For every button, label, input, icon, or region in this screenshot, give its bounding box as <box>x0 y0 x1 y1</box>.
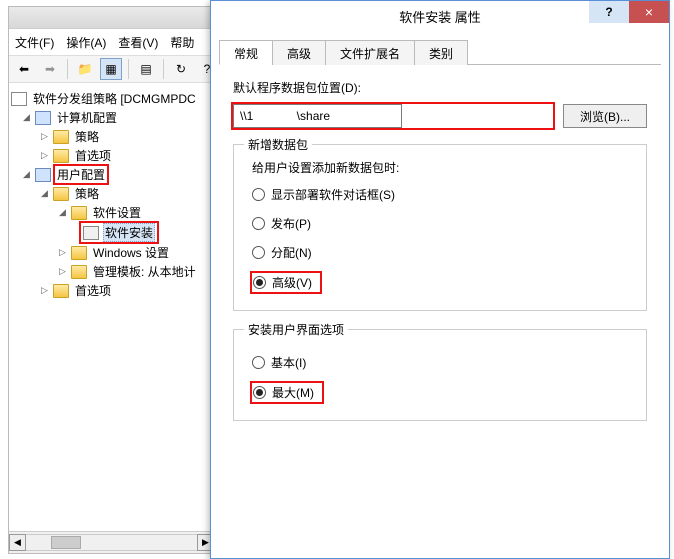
menu-view[interactable]: 查看(V) <box>118 34 158 51</box>
expander-icon[interactable]: ▷ <box>39 131 50 142</box>
folder-icon <box>53 187 69 201</box>
radio-label: 发布(P) <box>271 215 311 232</box>
dialog-tabs: 常规 高级 文件扩展名 类别 <box>219 39 661 65</box>
radio-icon <box>252 188 265 201</box>
radio-label: 分配(N) <box>271 244 312 261</box>
toolbar-properties-button[interactable]: ▤ <box>135 58 157 80</box>
computer-icon <box>35 111 51 125</box>
tree-policy[interactable]: 策略 <box>73 185 101 202</box>
folder-icon <box>53 130 69 144</box>
scroll-thumb[interactable] <box>51 536 81 549</box>
default-path-input-highlight <box>233 104 553 128</box>
radio-label: 显示部署软件对话框(S) <box>271 186 395 203</box>
radio-label: 最大(M) <box>272 384 314 401</box>
scroll-track[interactable] <box>26 534 197 551</box>
toolbar-forward-button[interactable]: ➡ <box>39 58 61 80</box>
folder-icon <box>71 265 87 279</box>
menu-file[interactable]: 文件(F) <box>15 34 54 51</box>
radio-icon <box>252 246 265 259</box>
software-install-properties-dialog: 软件安装 属性 ? × 常规 高级 文件扩展名 类别 默认程序数据包位置(D):… <box>210 0 670 559</box>
expander-icon[interactable]: ▷ <box>57 247 68 258</box>
expander-icon[interactable]: ◢ <box>21 112 32 123</box>
group-new-title: 新增数据包 <box>244 136 312 153</box>
toolbar-up-button[interactable]: 📁 <box>74 58 96 80</box>
tree-software-settings[interactable]: 软件设置 <box>91 204 143 221</box>
tree-windows-settings[interactable]: Windows 设置 <box>91 244 171 261</box>
radio-assign[interactable]: 分配(N) <box>252 244 628 261</box>
tree-software-install[interactable]: 软件安装 <box>103 223 155 242</box>
scroll-left-button[interactable]: ◀ <box>9 534 26 551</box>
tab-file-ext[interactable]: 文件扩展名 <box>325 40 415 65</box>
expander-icon[interactable]: ▷ <box>39 150 50 161</box>
toolbar-back-button[interactable]: ⬅ <box>13 58 35 80</box>
tree-computer-config[interactable]: 计算机配置 <box>55 109 119 126</box>
group-new-package: 新增数据包 给用户设置添加新数据包时: 显示部署软件对话框(S) 发布(P) 分… <box>233 144 647 311</box>
tab-general[interactable]: 常规 <box>219 40 273 65</box>
folder-icon <box>71 206 87 220</box>
default-path-label: 默认程序数据包位置(D): <box>233 79 647 96</box>
expander-icon[interactable]: ▷ <box>39 285 50 296</box>
arrow-left-icon: ⬅ <box>19 62 29 76</box>
expander-icon[interactable]: ▷ <box>57 266 68 277</box>
group-ui-options: 安装用户界面选项 基本(I) 最大(M) <box>233 329 647 421</box>
radio-show-deploy-dialog[interactable]: 显示部署软件对话框(S) <box>252 186 628 203</box>
radio-max[interactable]: 最大(M) <box>252 383 628 402</box>
radio-basic[interactable]: 基本(I) <box>252 354 628 371</box>
dialog-help-button[interactable]: ? <box>589 1 629 23</box>
folder-up-icon: 📁 <box>78 62 93 76</box>
tab-category[interactable]: 类别 <box>414 40 468 65</box>
radio-advanced[interactable]: 高级(V) <box>252 273 628 292</box>
properties-icon: ▤ <box>140 62 151 76</box>
expander-icon[interactable]: ◢ <box>57 207 68 218</box>
dialog-titlebar[interactable]: 软件安装 属性 ? × <box>211 1 669 31</box>
tree-policy[interactable]: 策略 <box>73 128 101 145</box>
arrow-right-icon: ➡ <box>45 62 55 76</box>
user-icon <box>35 168 51 182</box>
folder-icon <box>71 246 87 260</box>
toolbar-refresh-button[interactable]: ↻ <box>170 58 192 80</box>
toolbar-separator <box>67 59 68 79</box>
tree-pref[interactable]: 首选项 <box>73 147 113 164</box>
policy-icon <box>11 92 27 106</box>
menu-help[interactable]: 帮助 <box>170 34 194 51</box>
dialog-body: 默认程序数据包位置(D): 浏览(B)... 新增数据包 给用户设置添加新数据包… <box>211 65 669 453</box>
expander-icon[interactable]: ◢ <box>21 169 32 180</box>
folder-icon <box>53 149 69 163</box>
app-icon <box>83 226 99 240</box>
tree-admin-templates[interactable]: 管理模板: 从本地计 <box>91 263 198 280</box>
tree-pref[interactable]: 首选项 <box>73 282 113 299</box>
browse-button[interactable]: 浏览(B)... <box>563 104 647 128</box>
group-new-subtitle: 给用户设置添加新数据包时: <box>252 159 628 176</box>
radio-label: 基本(I) <box>271 354 306 371</box>
menu-action[interactable]: 操作(A) <box>66 34 106 51</box>
default-path-input[interactable] <box>233 104 402 128</box>
tree-root[interactable]: 软件分发组策略 [DCMGMPDC <box>31 90 198 107</box>
tree-pane[interactable]: 软件分发组策略 [DCMGMPDC ◢计算机配置 ▷策略 ▷首选项 ◢用户配置 … <box>9 85 214 531</box>
radio-icon <box>252 217 265 230</box>
toolbar-list-button[interactable]: ▦ <box>100 58 122 80</box>
toolbar-separator <box>128 59 129 79</box>
folder-icon <box>53 284 69 298</box>
refresh-icon: ↻ <box>176 62 186 76</box>
expander-icon[interactable]: ◢ <box>39 188 50 199</box>
tab-advanced[interactable]: 高级 <box>272 40 326 65</box>
radio-publish[interactable]: 发布(P) <box>252 215 628 232</box>
radio-icon <box>252 356 265 369</box>
list-icon: ▦ <box>105 62 116 76</box>
tree-user-config[interactable]: 用户配置 <box>55 166 107 183</box>
group-ui-title: 安装用户界面选项 <box>244 321 348 338</box>
radio-icon <box>253 276 266 289</box>
dialog-title: 软件安装 属性 <box>399 7 481 26</box>
tree-hscroll[interactable]: ◀ ▶ <box>9 531 214 553</box>
radio-icon <box>253 386 266 399</box>
dialog-close-button[interactable]: × <box>629 1 669 23</box>
toolbar-separator <box>163 59 164 79</box>
radio-label: 高级(V) <box>272 274 312 291</box>
